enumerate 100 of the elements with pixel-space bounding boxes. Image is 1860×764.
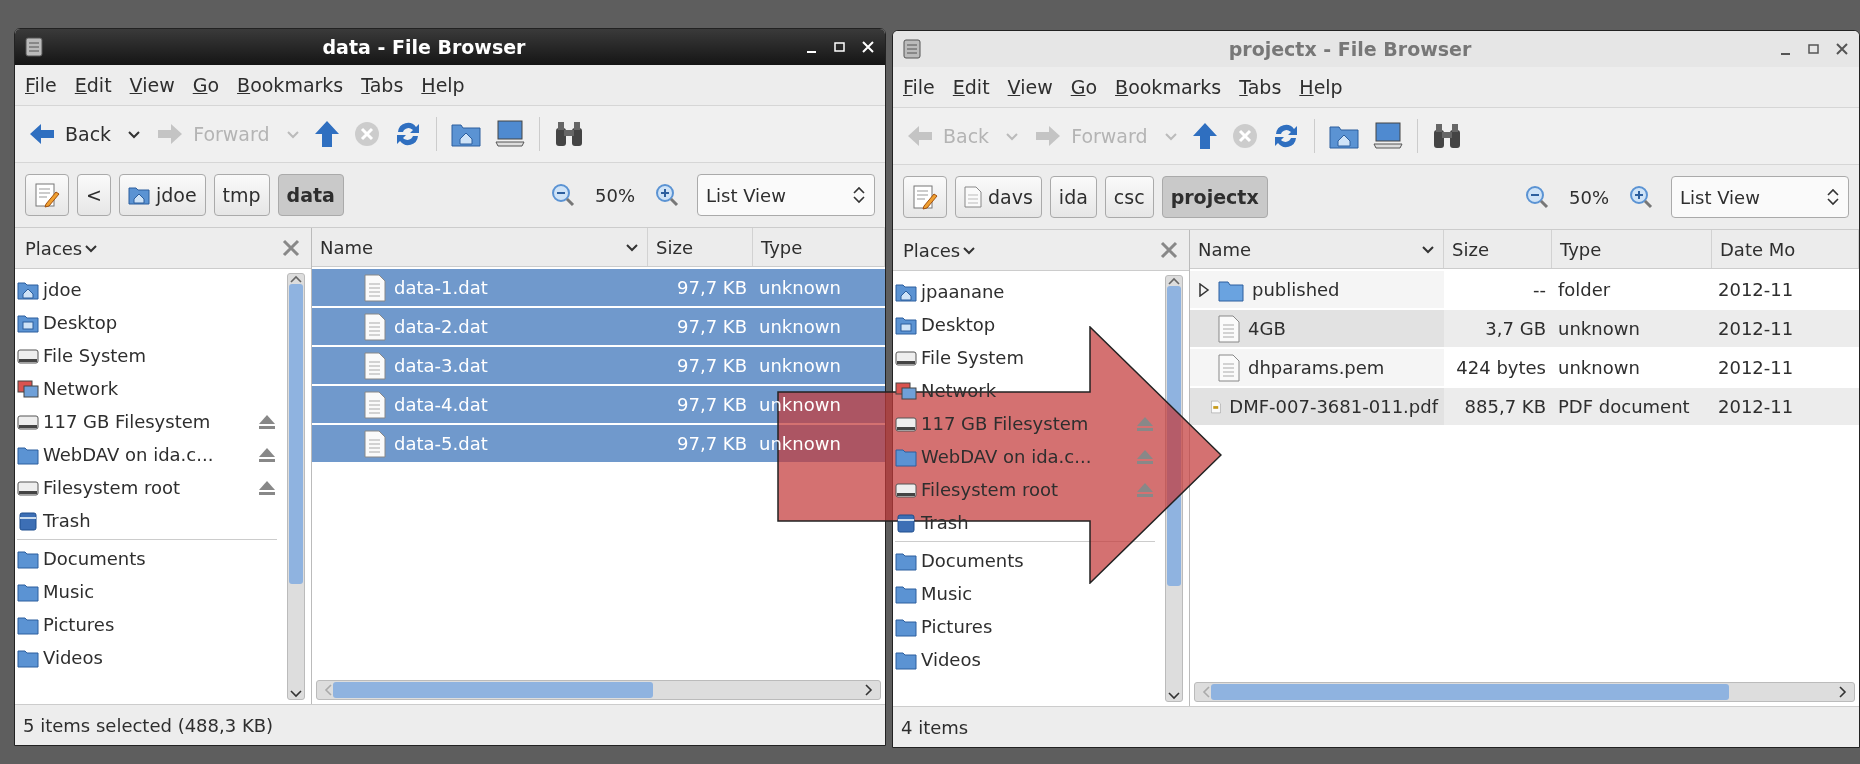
menu-item[interactable]: Go	[190, 72, 222, 98]
expander-icon[interactable]	[1198, 282, 1210, 297]
path-scroll-button[interactable]: <	[77, 174, 111, 216]
column-header[interactable]: Date Mo	[1712, 230, 1859, 268]
menu-item[interactable]: Help	[419, 72, 467, 98]
menu-item[interactable]: Tabs	[359, 72, 406, 98]
path-button[interactable]: csc	[1104, 176, 1154, 218]
file-name: data-1.dat	[394, 277, 488, 298]
binoculars-icon[interactable]	[553, 120, 584, 148]
sidebar-item[interactable]: Documents	[893, 544, 1165, 577]
zoom-out-icon[interactable]	[1525, 185, 1549, 209]
sidebar-item[interactable]: Music	[893, 577, 1165, 610]
sidebar-item[interactable]: Music	[15, 575, 287, 608]
window-menu-icon[interactable]	[903, 39, 921, 59]
home-folder-icon[interactable]	[450, 121, 481, 147]
file-row[interactable]: published -- folder 2012-11	[1190, 271, 1859, 308]
sidebar-item[interactable]: Trash	[15, 504, 287, 537]
vertical-scrollbar[interactable]	[287, 273, 305, 700]
column-header[interactable]: Size	[1444, 230, 1552, 268]
menu-item[interactable]: View	[127, 72, 177, 98]
path-button[interactable]: projectx	[1161, 176, 1268, 218]
horizontal-scrollbar[interactable]	[316, 680, 881, 700]
column-header[interactable]: Name	[312, 228, 648, 266]
sidebar-item[interactable]: WebDAV on ida.c...	[15, 438, 287, 471]
menu-item[interactable]: Help	[1297, 74, 1345, 100]
horizontal-scrollbar[interactable]	[1194, 682, 1855, 702]
left-arrow-icon	[907, 124, 933, 148]
file-row[interactable]: DMF-007-3681-011.pdf 885,7 KB PDF document 2012-11	[1190, 388, 1859, 425]
sort-caret-icon	[625, 241, 639, 253]
sidebar-item[interactable]: Desktop	[15, 306, 287, 339]
menu-item[interactable]: Edit	[950, 74, 992, 100]
path-button[interactable]: tmp	[213, 174, 270, 216]
file-type: unknown	[1558, 357, 1640, 378]
menu-item[interactable]: Edit	[72, 72, 114, 98]
edit-location-button[interactable]	[903, 176, 947, 218]
scrollbar-thumb[interactable]	[1211, 684, 1729, 700]
home-folder-icon	[127, 184, 150, 206]
file-date: 2012-11	[1718, 318, 1794, 339]
file-icon	[364, 390, 386, 419]
sidebar-item[interactable]: Pictures	[15, 608, 287, 641]
sidebar-item[interactable]: File System	[893, 341, 1165, 374]
file-row[interactable]: dhparams.pem 424 bytes unknown 2012-11	[1190, 349, 1859, 386]
places-dropdown[interactable]: Places	[903, 239, 977, 261]
sidebar-item[interactable]: Desktop	[893, 308, 1165, 341]
sidebar-item[interactable]: File System	[15, 339, 287, 372]
view-select[interactable]: List View	[697, 174, 875, 216]
column-header[interactable]: Name	[1190, 230, 1444, 268]
file-name: DMF-007-3681-011.pdf	[1229, 396, 1438, 417]
view-select[interactable]: List View	[1671, 176, 1849, 218]
window-title: projectx - File Browser	[1227, 38, 1473, 60]
sidebar-item[interactable]: Network	[15, 372, 287, 405]
sidebar-item[interactable]: Videos	[893, 643, 1165, 676]
file-icon	[1218, 353, 1240, 382]
close-icon[interactable]	[1835, 42, 1849, 56]
menu-item[interactable]: Bookmarks	[235, 72, 346, 98]
file-type: unknown	[1558, 318, 1640, 339]
menu-item[interactable]: File	[23, 72, 59, 98]
computer-icon[interactable]	[494, 120, 525, 148]
maximize-icon[interactable]	[833, 40, 847, 54]
edit-location-button[interactable]	[25, 174, 69, 216]
sidebar-item[interactable]: 117 GB Filesystem	[15, 405, 287, 438]
path-button[interactable]: davs	[955, 176, 1042, 218]
file-row[interactable]: 4GB 3,7 GB unknown 2012-11	[1190, 310, 1859, 347]
zoom-in-icon[interactable]	[1629, 185, 1653, 209]
sidebar-item[interactable]: jpaanane	[893, 275, 1165, 308]
menu-item[interactable]: Go	[1068, 74, 1100, 100]
column-header[interactable]: Size	[648, 228, 753, 266]
window-menu-icon[interactable]	[25, 37, 43, 57]
home-folder-icon[interactable]	[1328, 123, 1359, 149]
notepad-icon	[34, 182, 60, 208]
sidebar-item[interactable]: jdoe	[15, 273, 287, 306]
scrollbar-thumb[interactable]	[333, 682, 653, 698]
menu-item[interactable]: Tabs	[1237, 74, 1284, 100]
path-button[interactable]: ida	[1049, 176, 1097, 218]
file-icon	[364, 312, 386, 341]
path-button[interactable]: jdoe	[118, 174, 206, 216]
zoom-in-icon[interactable]	[655, 183, 679, 207]
menu-item[interactable]: Bookmarks	[1113, 74, 1224, 100]
sidebar-item[interactable]: Pictures	[893, 610, 1165, 643]
caret-icon[interactable]	[127, 128, 142, 140]
column-header[interactable]: Type	[753, 228, 885, 266]
window-title: data - File Browser	[321, 36, 527, 58]
file-type: folder	[1558, 279, 1611, 300]
up-arrow-icon[interactable]	[1191, 122, 1218, 150]
sidebar-item[interactable]: Filesystem root	[15, 471, 287, 504]
file-size: 885,7 KB	[1464, 396, 1546, 417]
computer-icon[interactable]	[1372, 122, 1403, 150]
binoculars-icon[interactable]	[1431, 122, 1462, 150]
path-button[interactable]: data	[277, 174, 344, 216]
scrollbar-thumb[interactable]	[289, 284, 303, 584]
places-dropdown[interactable]: Places	[25, 237, 99, 259]
back-button[interactable]: Back	[27, 118, 114, 150]
up-arrow-icon[interactable]	[313, 120, 340, 148]
sidebar-item[interactable]: Videos	[15, 641, 287, 674]
zoom-out-icon[interactable]	[551, 183, 575, 207]
menu-item[interactable]: File	[901, 74, 937, 100]
sidebar-item[interactable]: Documents	[15, 542, 287, 575]
menu-item[interactable]: View	[1005, 74, 1055, 100]
column-header[interactable]: Type	[1552, 230, 1712, 268]
trash-icon	[895, 511, 917, 534]
